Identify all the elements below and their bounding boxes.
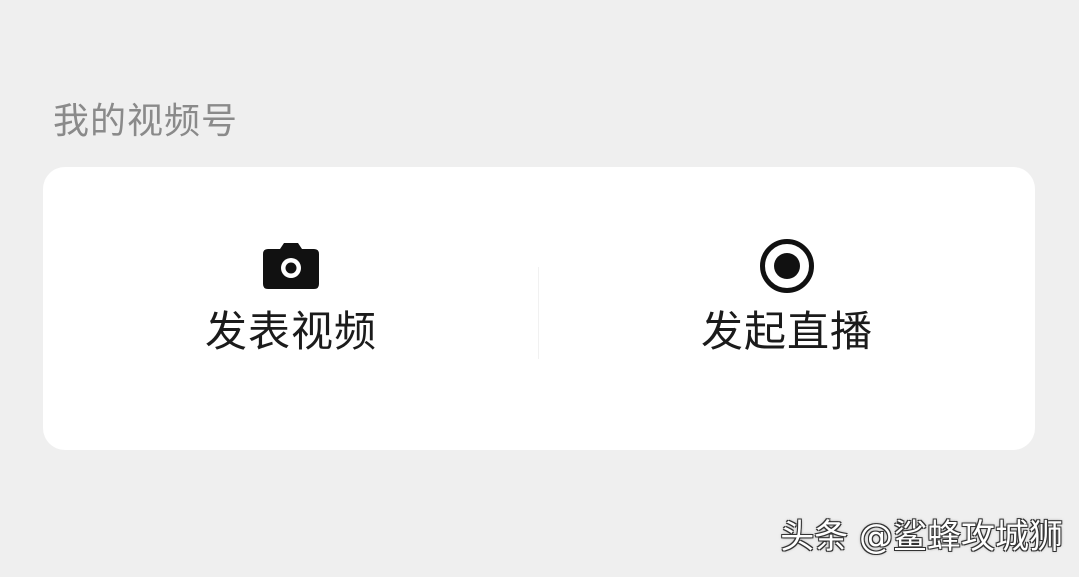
publish-video-label: 发表视频 xyxy=(204,307,377,356)
start-live-button[interactable]: 发起直播 xyxy=(539,167,1035,450)
live-record-icon xyxy=(759,239,815,293)
watermark: 头条 @鲨蜂攻城狮 xyxy=(780,517,1063,557)
section-title: 我的视频号 xyxy=(53,101,239,142)
start-live-label: 发起直播 xyxy=(700,307,873,356)
camera-icon xyxy=(263,240,319,292)
publish-video-button[interactable]: 发表视频 xyxy=(43,167,539,450)
video-channel-card: 发表视频 发起直播 xyxy=(43,167,1035,450)
